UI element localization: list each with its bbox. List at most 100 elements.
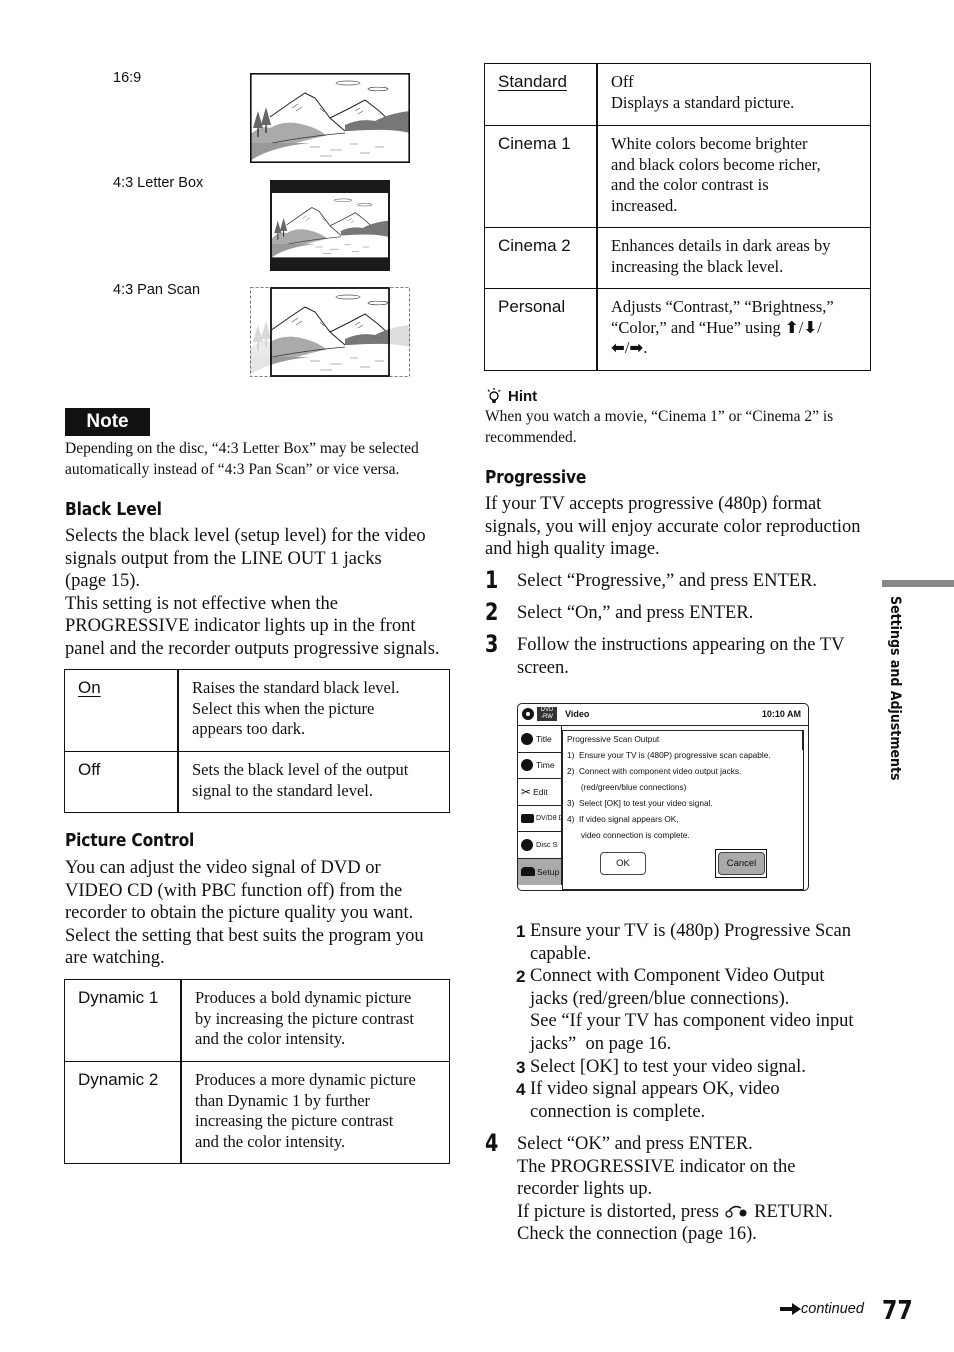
table-row: Cinema 2 Enhances details in dark areas … <box>484 227 871 289</box>
hint-line: recommended. <box>485 429 577 446</box>
osd-menu-setup[interactable]: Setup <box>518 858 562 885</box>
option-description: Raises the standard black level. Select … <box>177 669 450 752</box>
instruction-line: Ensure your TV is (480p) Progressive Sca… <box>530 921 851 941</box>
osd-title-bar: DVD -RW Video 10:10 AM <box>518 704 808 726</box>
option-dynamic-2: Dynamic 2 <box>64 1061 182 1164</box>
osd-menu-timer[interactable]: Time <box>518 752 562 779</box>
dialog-line: 4) If video signal appears OK, <box>567 814 679 824</box>
disc-setting-icon <box>521 838 533 851</box>
instruction-item: 1 Ensure your TV is (480p) Progressive S… <box>516 920 854 965</box>
option-description: Sets the black level of the output signa… <box>177 751 450 813</box>
step-line: screen. <box>517 657 569 678</box>
note-line: automatically instead of “4:3 Pan Scan” … <box>65 461 400 478</box>
paragraph-line: signals, you will enjoy accurate color r… <box>485 516 861 537</box>
instruction-line: Select [OK] to test your video signal. <box>530 1056 806 1077</box>
paragraph-line: PROGRESSIVE indicator lights up in the f… <box>65 616 416 637</box>
option-description: Off Displays a standard picture. <box>596 63 871 126</box>
scissors-icon: ✂ <box>521 784 532 799</box>
step-text: Select “On,” and press ENTER. <box>517 603 754 623</box>
step-line: If picture is distorted, press RETURN. <box>517 1201 833 1224</box>
table-row: Cinema 1 White colors become brighter an… <box>484 125 871 228</box>
description-line: “Color,” and “Hue” using ⬆/⬇/ <box>611 317 822 337</box>
option-label: Personal <box>498 297 566 316</box>
osd-title: Video <box>565 709 590 719</box>
arrow-down-icon: ⬇ <box>803 317 818 337</box>
paragraph-line: VIDEO CD (with PBC function off) from th… <box>65 880 403 901</box>
step-line: recorder lights up. <box>517 1179 653 1200</box>
instruction-item: 3 Select [OK] to test your video signal. <box>516 1056 854 1079</box>
hint-header: Hint <box>486 387 537 405</box>
description-text: “Color,” and “Hue” using <box>611 317 785 337</box>
osd-clock: 10:10 AM <box>761 709 801 719</box>
step-line: Select “OK” and press ENTER. <box>517 1134 753 1154</box>
disc-icon <box>522 708 534 720</box>
osd-menu-disc-setting[interactable]: Disc S <box>518 832 562 859</box>
return-label: RETURN. <box>749 1201 833 1222</box>
osd-menu-dv-dubbing[interactable]: DV/D8 D <box>518 805 562 832</box>
option-description: Enhances details in dark areas by increa… <box>596 227 871 289</box>
instruction-line: Connect with Component Video Output <box>530 966 825 987</box>
step-line-text: If picture is distorted, press <box>517 1201 724 1222</box>
instruction-line: capable. <box>530 943 592 964</box>
option-dynamic-1: Dynamic 1 <box>64 979 182 1062</box>
option-off: Off <box>64 751 179 813</box>
cancel-button[interactable]: Cancel <box>718 852 765 875</box>
scrollbar[interactable] <box>802 730 804 750</box>
arrow-up-icon: ⬆ <box>784 317 799 337</box>
option-label: Dynamic 2 <box>78 1070 159 1089</box>
hint-text: When you watch a movie, “Cinema 1” or “C… <box>485 406 833 448</box>
instruction-list: 1 Ensure your TV is (480p) Progressive S… <box>516 920 854 1123</box>
table-row: Off Sets the black level of the output s… <box>64 751 450 813</box>
osd-menu-title[interactable]: Title <box>518 726 562 753</box>
table-row: Standard Off Displays a standard picture… <box>484 63 871 126</box>
section-tab-bar <box>882 580 954 587</box>
hint-line: When you watch a movie, “Cinema 1” or “C… <box>485 408 834 425</box>
menu-label: Setup <box>537 866 560 877</box>
description-line: than Dynamic 1 by further <box>195 1090 371 1110</box>
picture-control-table-right: Standard Off Displays a standard picture… <box>484 63 871 371</box>
description-line: Produces a bold dynamic picture <box>195 988 412 1007</box>
picture-control-table-left: Dynamic 1 Produces a bold dynamic pictur… <box>64 979 450 1164</box>
instruction-text: Connect with Component Video Output jack… <box>530 965 854 1055</box>
table-row: Dynamic 2 Produces a more dynamic pictur… <box>64 1061 450 1164</box>
option-description: White colors become brighter and black c… <box>596 125 871 228</box>
paragraph-line: panel and the recorder outputs progressi… <box>65 638 440 659</box>
description-line: and the color intensity. <box>195 1131 346 1151</box>
osd-menu-edit[interactable]: ✂ Edit <box>518 779 562 806</box>
table-row: Dynamic 1 Produces a bold dynamic pictur… <box>64 979 450 1062</box>
paragraph-line: Selects the black level (setup level) fo… <box>65 526 426 546</box>
instruction-number: 2 <box>516 967 526 987</box>
description-line: Enhances details in dark areas by <box>611 236 831 255</box>
table-row: Personal Adjusts “Contrast,” “Brightness… <box>484 288 871 371</box>
paragraph-line: and high quality image. <box>485 539 660 560</box>
paragraph-line: recorder to obtain the picture quality y… <box>65 903 414 924</box>
description-line: and the color contrast is <box>611 175 769 195</box>
hint-title: Hint <box>508 387 538 405</box>
aspect-label-letterbox: 4:3 Letter Box <box>113 175 204 191</box>
description-line: Off <box>611 72 634 91</box>
description-line: Adjusts “Contrast,” “Brightness,” <box>611 297 834 316</box>
black-level-table: On Raises the standard black level. Sele… <box>64 669 450 813</box>
option-label: Dynamic 1 <box>78 988 159 1007</box>
dialog-line: (red/green/blue connections) <box>567 782 687 792</box>
description-line: Displays a standard picture. <box>611 92 795 112</box>
description-line: Sets the black level of the output <box>192 760 409 779</box>
dialog-line: 1) Ensure your TV is (480P) progressive … <box>567 750 771 760</box>
progressive-description: If your TV accepts progressive (480p) fo… <box>485 493 861 561</box>
continued-label: continued <box>801 1301 864 1317</box>
step-number: 1 <box>485 566 499 594</box>
instruction-text: Ensure your TV is (480p) Progressive Sca… <box>530 920 851 965</box>
option-cinema-2: Cinema 2 <box>484 227 598 289</box>
picture-control-description: You can adjust the video signal of DVD o… <box>65 857 424 970</box>
arrow-right-icon <box>780 1303 801 1315</box>
step-line: Follow the instructions appearing on the… <box>517 635 845 655</box>
option-label: On <box>78 678 101 697</box>
step-number: 3 <box>485 630 499 658</box>
description-line: increasing the picture contrast <box>195 1111 394 1131</box>
description-line: by increasing the picture contrast <box>195 1008 415 1028</box>
picture-control-heading: Picture Control <box>65 830 195 851</box>
ok-button[interactable]: OK <box>600 852 646 875</box>
illustration-panscan <box>250 287 410 377</box>
table-row: On Raises the standard black level. Sele… <box>64 669 450 752</box>
instruction-line: jacks (red/green/blue connections). <box>530 988 790 1009</box>
